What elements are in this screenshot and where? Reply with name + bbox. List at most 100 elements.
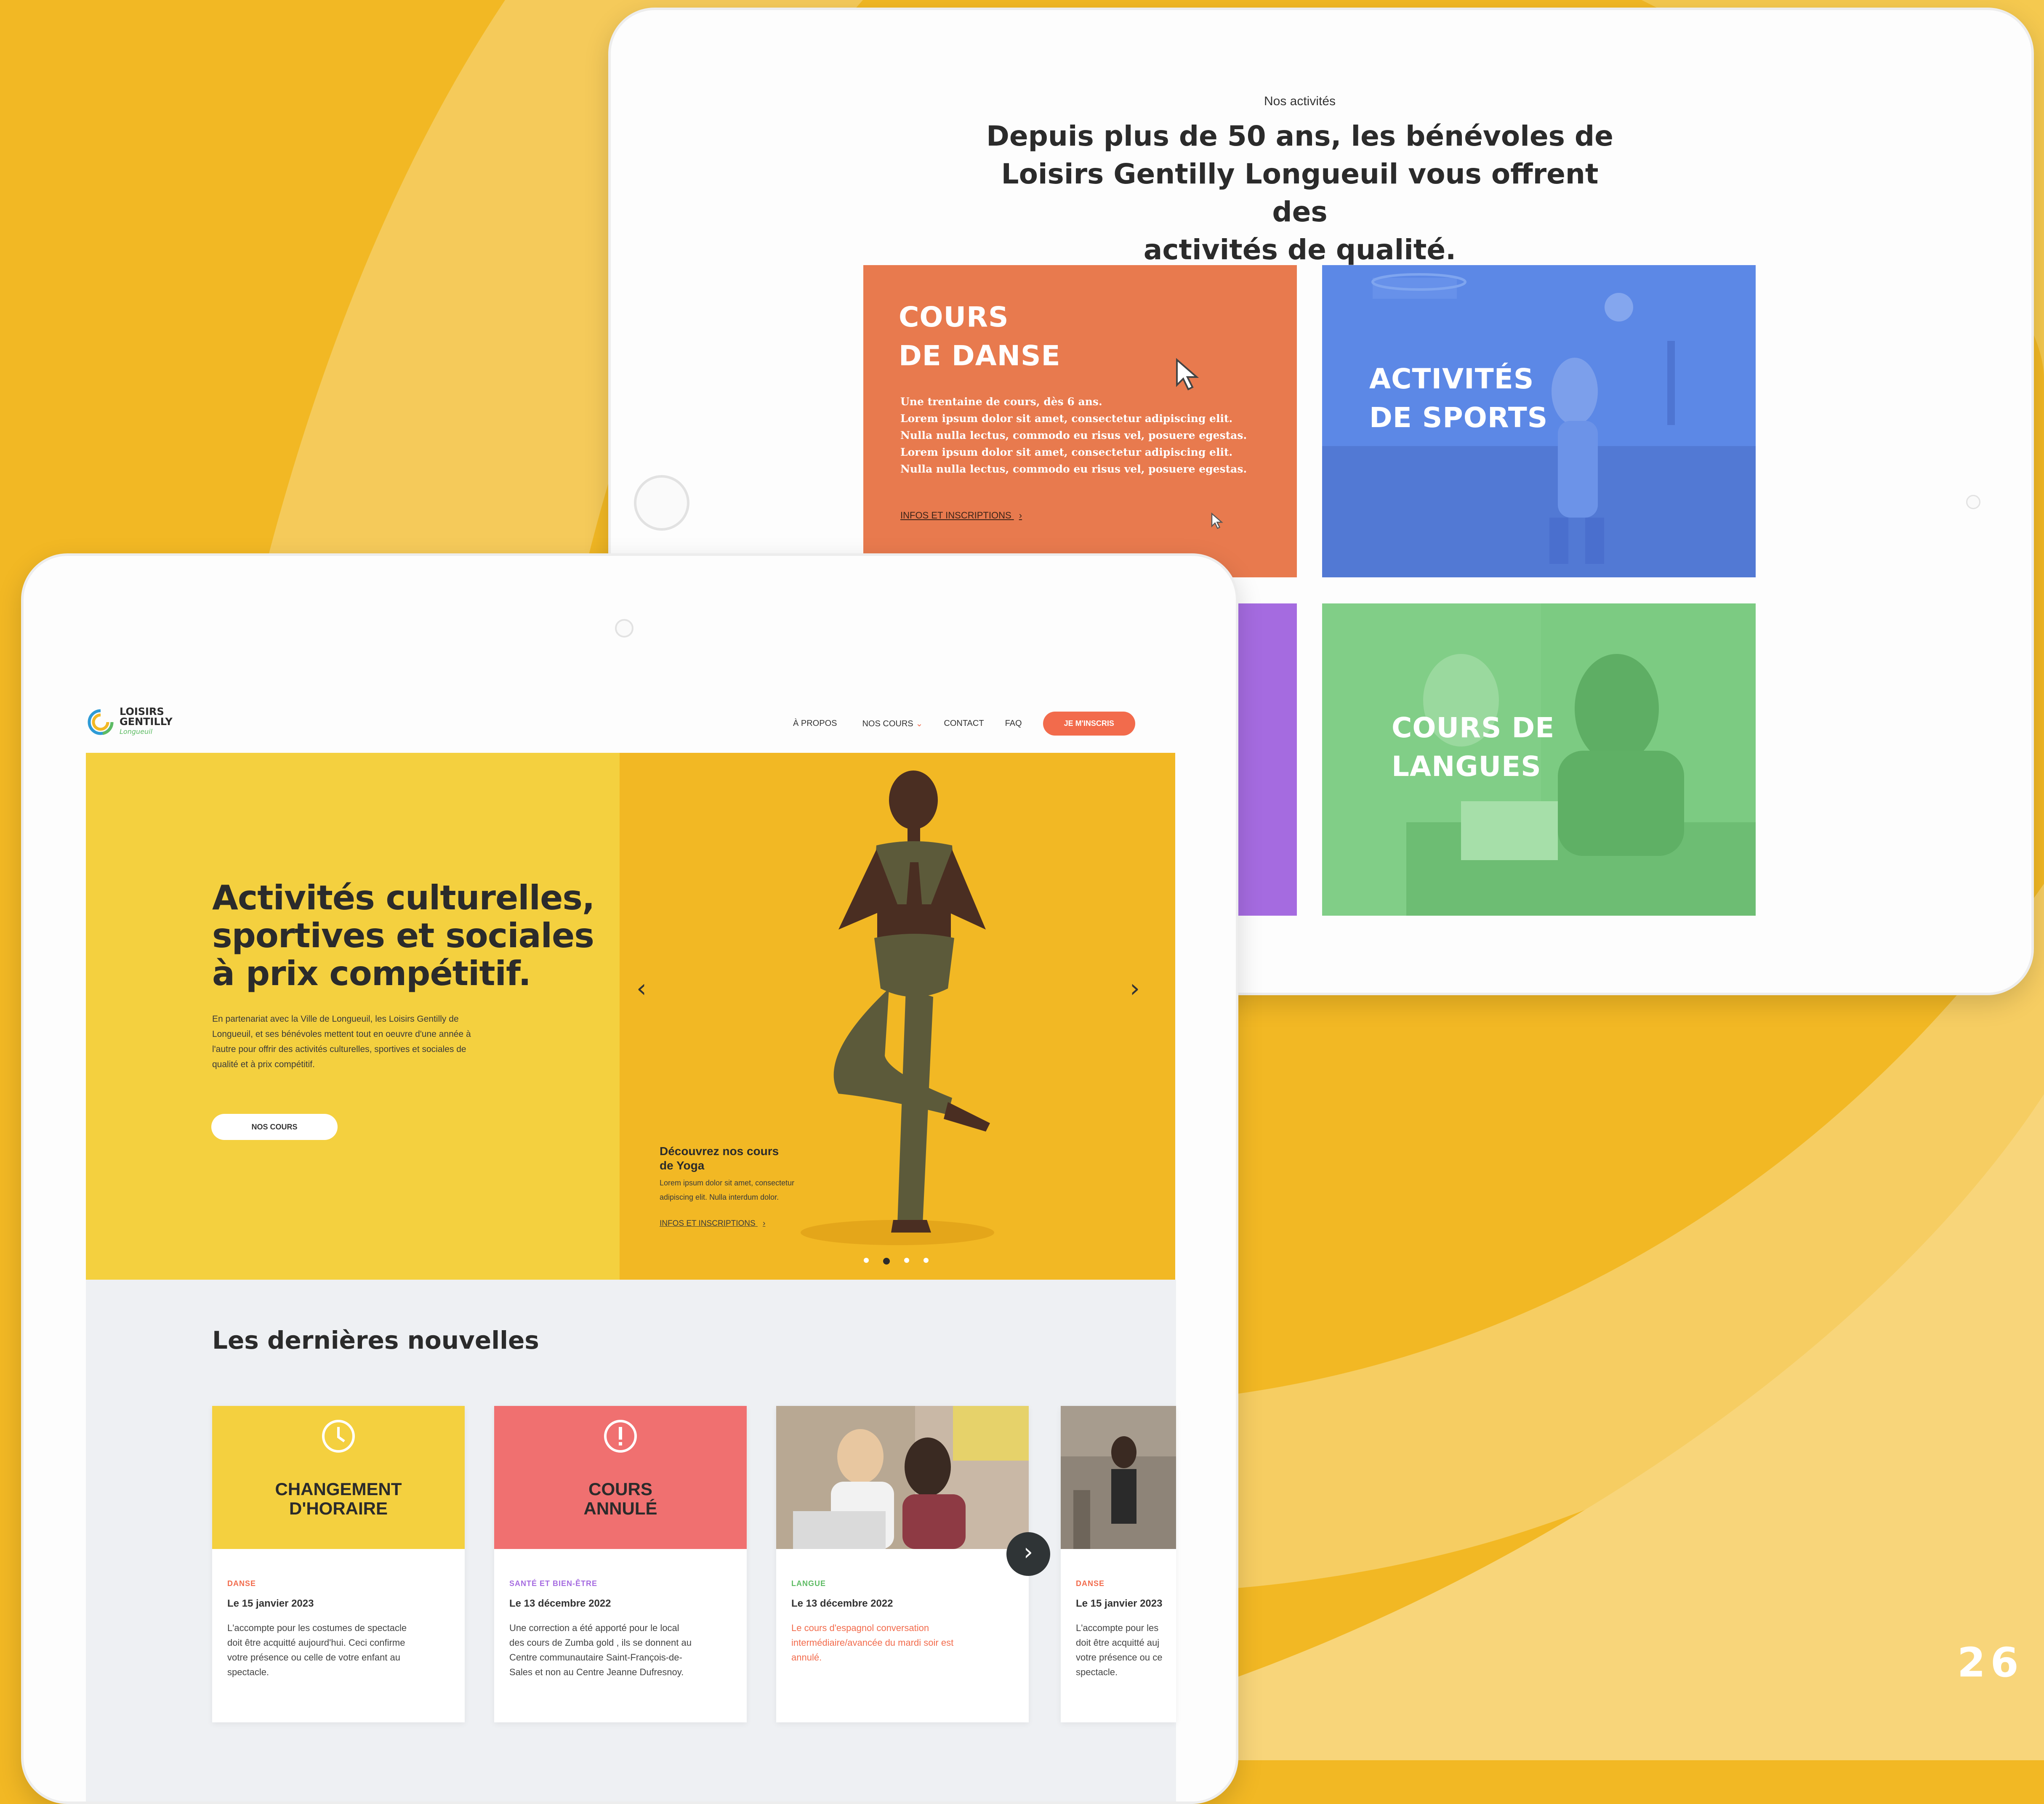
- carousel-dot[interactable]: [864, 1258, 869, 1263]
- logo-text: LOISIRS GENTILLY Longueuil: [120, 707, 173, 737]
- activities-eyebrow: Nos activités: [1264, 94, 1336, 108]
- news-text: Une correction a été apporté pour le loc…: [509, 1621, 728, 1679]
- news-date: Le 13 décembre 2022: [509, 1598, 611, 1609]
- text-line: Lorem ipsum dolor sit amet, consectetur: [660, 1179, 795, 1187]
- news-date: Le 13 décembre 2022: [791, 1598, 893, 1609]
- logo-line: GENTILLY: [120, 716, 173, 728]
- cursor-icon: [1176, 358, 1199, 391]
- front-tablet: LOISIRS GENTILLY Longueuil À PROPOS NOS …: [21, 553, 1238, 1804]
- hero-left-panel: Activités culturelles, sportives et soci…: [86, 753, 620, 1280]
- chevron-right-icon: ›: [762, 1219, 766, 1228]
- news-card[interactable]: DANSE Le 15 janvier 2023 L'accompte pour…: [1061, 1406, 1176, 1722]
- news-text: L'accompte pour les doit être acquitté a…: [1076, 1621, 1176, 1679]
- hero-carousel: ‹ › Découvrez nos cours de Yoga Lorem ip…: [620, 753, 1175, 1280]
- register-button[interactable]: JE M'INSCRIS: [1043, 711, 1135, 736]
- news-text: L'accompte pour les costumes de spectacl…: [227, 1621, 446, 1679]
- text-line: doit être acquitté auj: [1076, 1637, 1160, 1648]
- languages-card-title: COURS DE LANGUES: [1392, 709, 1554, 786]
- site-header: LOISIRS GENTILLY Longueuil À PROPOS NOS …: [86, 703, 1176, 745]
- title-line: ANNULÉ: [583, 1498, 657, 1518]
- title-line: COURS: [588, 1479, 652, 1499]
- news-card[interactable]: COURS ANNULÉ SANTÉ ET BIEN-ÊTRE Le 13 dé…: [494, 1406, 747, 1722]
- slide-title: Découvrez nos cours de Yoga: [660, 1144, 779, 1173]
- logo[interactable]: LOISIRS GENTILLY Longueuil: [86, 703, 212, 737]
- hero-text: En partenariat avec la Ville de Longueui…: [212, 1012, 549, 1072]
- news-category: DANSE: [227, 1579, 256, 1588]
- logo-swirl-icon: [88, 709, 114, 735]
- text-line: spectacle.: [227, 1667, 269, 1677]
- text-line: Une correction a été apporté pour le loc…: [509, 1623, 679, 1633]
- text-line: En partenariat avec la Ville de Longueui…: [212, 1014, 459, 1024]
- title-line: COURS: [899, 301, 1009, 333]
- news-category: LANGUE: [791, 1579, 826, 1588]
- dance-card-title: COURS DE DANSE: [899, 298, 1061, 375]
- news-category: DANSE: [1076, 1579, 1105, 1588]
- title-line: de Yoga: [660, 1159, 705, 1172]
- text-line: votre présence ou celle de votre enfant …: [227, 1652, 400, 1663]
- news-date: Le 15 janvier 2023: [227, 1598, 314, 1609]
- text-line: intermédiaire/avancée du mardi soir est: [791, 1637, 954, 1648]
- sports-activities-card[interactable]: ACTIVITÉS DE SPORTS: [1322, 265, 1756, 577]
- dance-card-link[interactable]: INFOS ET INSCRIPTIONS ›: [900, 510, 1022, 521]
- text-line: doit être acquitté aujourd'hui. Ceci con…: [227, 1637, 405, 1648]
- news-text: Le cours d'espagnol conversation intermé…: [791, 1621, 1010, 1665]
- nav-courses[interactable]: NOS COURS ⌄: [862, 718, 923, 729]
- dance-card-text: Une trentaine de cours, dès 6 ans. Lorem…: [900, 393, 1247, 478]
- chevron-right-icon: ›: [1019, 510, 1022, 521]
- heading-line: activités de qualité.: [1143, 234, 1456, 266]
- text-line: qualité et à prix compétitif.: [212, 1060, 315, 1069]
- slide-link[interactable]: INFOS ET INSCRIPTIONS ›: [660, 1219, 765, 1228]
- carousel-next-button[interactable]: ›: [1130, 974, 1140, 1003]
- tablet-camera: [615, 619, 633, 638]
- logo-tagline: Longueuil: [120, 728, 153, 736]
- carousel-dot[interactable]: [883, 1258, 890, 1265]
- news-card[interactable]: CHANGEMENT D'HORAIRE DANSE Le 15 janvier…: [212, 1406, 465, 1722]
- slide-text: Lorem ipsum dolor sit amet, consectetur …: [660, 1176, 794, 1204]
- tablet-camera: [1966, 495, 1980, 509]
- news-card-photo: [1061, 1406, 1176, 1549]
- languages-course-card[interactable]: COURS DE LANGUES: [1322, 603, 1756, 916]
- text-line: spectacle.: [1076, 1667, 1118, 1677]
- text-line: Lorem ipsum dolor sit amet, consectetur …: [900, 412, 1233, 425]
- heading-line: Loisirs Gentilly Longueuil vous offrent …: [1001, 158, 1599, 228]
- news-next-button[interactable]: ›: [1006, 1532, 1050, 1576]
- tablet-home-button: [634, 475, 689, 531]
- logo-line: LOISIRS: [120, 706, 164, 717]
- carousel-dots: [864, 1258, 929, 1265]
- news-card-header: CHANGEMENT D'HORAIRE: [212, 1406, 465, 1549]
- main-nav: À PROPOS NOS COURS ⌄ CONTACT FAQ JE M'INS…: [793, 711, 1135, 736]
- nav-courses-label: NOS COURS: [862, 719, 913, 728]
- news-heading: Les dernières nouvelles: [212, 1326, 539, 1355]
- news-card-header-title: COURS ANNULÉ: [494, 1480, 747, 1518]
- text-line: Nulla nulla lectus, commodo eu risus vel…: [900, 429, 1247, 441]
- page-number: 26: [1957, 1639, 2024, 1686]
- carousel-dot[interactable]: [904, 1258, 909, 1263]
- text-line: Le cours d'espagnol conversation: [791, 1623, 929, 1633]
- news-card-photo: [776, 1406, 1029, 1549]
- title-line: CHANGEMENT: [275, 1479, 402, 1499]
- text-line: Centre communautaire Saint-François-de-: [509, 1652, 682, 1663]
- text-line: L'accompte pour les costumes de spectacl…: [227, 1623, 407, 1633]
- link-label: INFOS ET INSCRIPTIONS: [900, 510, 1011, 521]
- text-line: adipiscing elit. Nulla interdum dolor.: [660, 1193, 779, 1201]
- hero-courses-button[interactable]: NOS COURS: [211, 1114, 338, 1140]
- title-line: D'HORAIRE: [289, 1498, 388, 1518]
- text-line: des cours de Zumba gold , ils se donnent…: [509, 1637, 692, 1648]
- title-line: DE DANSE: [899, 340, 1061, 372]
- carousel-prev-button[interactable]: ‹: [636, 974, 647, 1003]
- text-line: annulé.: [791, 1652, 822, 1663]
- dance-course-card[interactable]: COURS DE DANSE Une trentaine de cours, d…: [863, 265, 1297, 577]
- title-line: ACTIVITÉS: [1369, 363, 1534, 395]
- text-line: L'accompte pour les: [1076, 1623, 1159, 1633]
- nav-contact[interactable]: CONTACT: [944, 719, 984, 728]
- nav-faq[interactable]: FAQ: [1005, 719, 1022, 728]
- carousel-dot[interactable]: [924, 1258, 929, 1263]
- nav-about[interactable]: À PROPOS: [793, 719, 837, 728]
- text-line: Sales et non au Centre Jeanne Dufresnoy.: [509, 1667, 684, 1677]
- activities-heading: Depuis plus de 50 ans, les bénévoles de …: [984, 117, 1616, 269]
- alert-icon: [604, 1420, 637, 1453]
- title-line: COURS DE: [1392, 712, 1555, 744]
- news-card[interactable]: LANGUE Le 13 décembre 2022 Le cours d'es…: [776, 1406, 1029, 1722]
- chevron-down-icon: ⌄: [916, 719, 923, 728]
- clock-icon: [322, 1420, 355, 1453]
